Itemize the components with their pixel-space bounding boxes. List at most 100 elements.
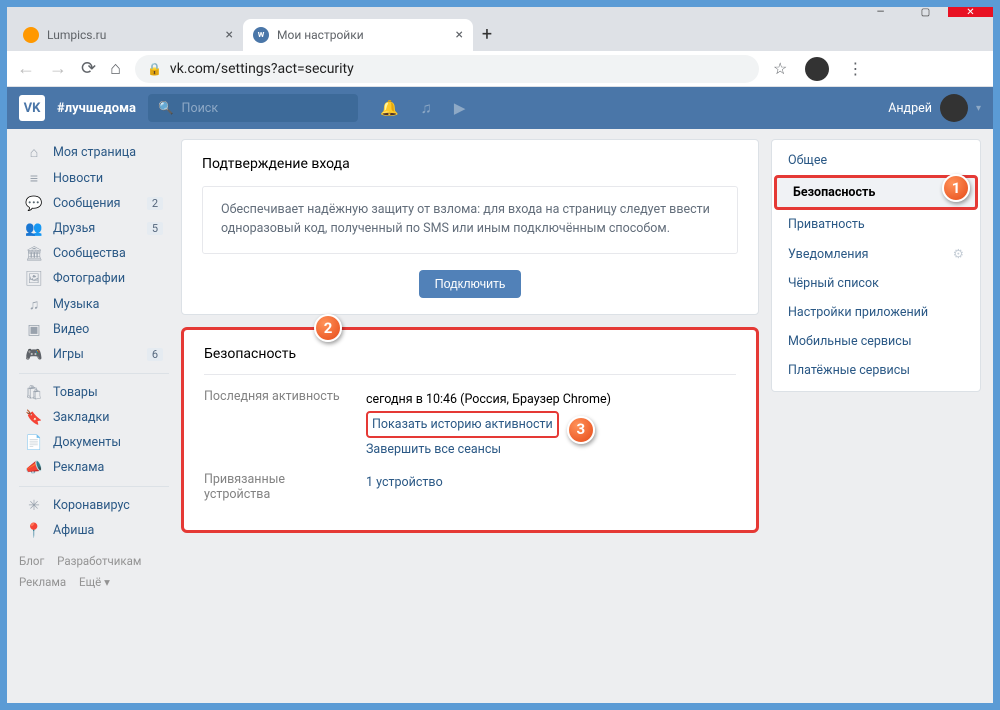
nav-label: Игры [53,347,84,362]
nav-label: Моя страница [53,145,136,160]
sidebar-item[interactable]: 🔖Закладки [19,405,169,430]
nav-icon: 💬 [25,196,43,212]
user-name: Андрей [888,101,932,116]
tab-close-icon[interactable]: × [456,27,463,43]
nav-icon: 🎮 [25,347,43,363]
vk-header: VK #лучшедома 🔍 Поиск 🔔 ♫ ▶ Андрей ▾ [7,87,993,129]
sidebar-item[interactable]: 📣 Реклама [19,455,169,480]
confirm-description: Обеспечивает надёжную защиту от взлома: … [202,186,738,254]
devices-link[interactable]: 1 устройство [366,472,443,493]
sidebar-item[interactable]: 💬Сообщения2 [19,191,169,216]
sidebar-item[interactable]: ✳Коронавирус [19,493,169,518]
header-user[interactable]: Андрей ▾ [888,94,981,122]
settings-menu-item[interactable]: Платёжные сервисы [772,356,980,385]
end-all-sessions-link[interactable]: Завершить все сеансы [366,439,501,460]
sidebar-item[interactable]: ⌂ Моя страница [19,139,169,165]
reload-icon[interactable]: ⟳ [81,58,96,79]
play-icon[interactable]: ▶ [454,99,466,117]
tab-close-icon[interactable]: × [226,27,233,43]
settings-menu-item[interactable]: Настройки приложений [772,298,980,327]
footer-blog[interactable]: Блог [19,554,44,568]
footer-more[interactable]: Ещё ▾ [79,575,110,589]
left-nav: ⌂Моя страница≡Новости💬Сообщения2👥Друзья5… [19,139,169,693]
search-input[interactable]: 🔍 Поиск [148,94,358,122]
nav-icon: 🛍 [25,385,43,401]
favicon-lumpics [23,27,39,43]
badge: 6 [147,348,163,361]
tab-strip: Lumpics.ru × w Мои настройки × + [7,17,993,51]
star-icon[interactable]: ☆ [773,59,787,78]
sidebar-item[interactable]: 👥Друзья5 [19,216,169,241]
annotation-bubble-2: 2 [314,314,342,342]
header-icons: 🔔 ♫ ▶ [380,99,465,117]
panel-title: Подтверждение входа [202,156,738,172]
nav-icon: 🔖 [25,410,43,426]
nav-label: Новости [53,171,103,186]
devices-label: Привязанные устройства [204,472,354,502]
nav-label: Сообщества [53,246,126,261]
omnibox[interactable]: 🔒 vk.com/settings?act=security [135,55,759,83]
new-tab-button[interactable]: + [473,19,501,51]
nav-label: Товары [53,385,98,400]
settings-menu-item[interactable]: Приватность [772,210,980,239]
security-panel: 2 Безопасность Последняя активность сего… [181,327,759,534]
settings-menu-item[interactable]: Уведомления⚙ [772,239,980,269]
nav-forward-icon[interactable]: → [49,58,67,79]
nav-back-icon[interactable]: ← [17,58,35,79]
profile-avatar[interactable] [805,57,829,81]
settings-menu-item[interactable]: Чёрный список [772,269,980,298]
sidebar-item[interactable]: 🖼Фотографии [19,266,169,291]
tab-title: Lumpics.ru [47,28,218,42]
connect-button[interactable]: Подключить [419,270,522,298]
address-bar: ← → ⟳ ⌂ 🔒 vk.com/settings?act=security ☆… [7,51,993,87]
last-activity-label: Последняя активность [204,389,354,461]
chrome-menu-icon[interactable]: ⋮ [847,59,863,78]
window-max[interactable]: ▢ [903,7,948,17]
sidebar-item[interactable]: 📄 Документы [19,430,169,455]
settings-menu-item[interactable]: Мобильные сервисы [772,327,980,356]
favicon-vk: w [253,27,269,43]
badge: 5 [147,222,163,235]
nav-icon: ✳ [25,498,43,514]
chevron-down-icon: ▾ [976,103,981,114]
tab-lumpics[interactable]: Lumpics.ru × [13,19,243,51]
annotation-bubble-1: 1 [942,174,970,202]
footer-devs[interactable]: Разработчикам [57,554,141,568]
bell-icon[interactable]: 🔔 [380,99,399,117]
nav-label: Друзья [53,221,95,236]
home-icon[interactable]: ⌂ [110,58,121,79]
nav-icon: ▣ [25,322,43,338]
footer-ads[interactable]: Реклама [19,575,66,589]
settings-menu-item[interactable]: Общее [772,146,980,175]
sidebar-item[interactable]: 🎮 Игры 6 [19,342,169,367]
vk-hashtag[interactable]: #лучшедома [57,101,136,116]
nav-label: Документы [53,435,121,450]
nav-icon: ⌂ [25,144,43,161]
sidebar-item[interactable]: 🏛 Сообщества [19,241,169,266]
last-activity-value: сегодня в 10:46 (Россия, Браузер Chrome) [366,392,611,407]
nav-label: Видео [53,322,89,337]
window-min[interactable]: — [858,7,903,17]
user-avatar [940,94,968,122]
window-close[interactable]: ✕ [948,7,993,17]
show-activity-history-link[interactable]: Показать историю активности [366,411,559,438]
gear-icon[interactable]: ⚙ [953,246,964,262]
divider [19,373,169,374]
sidebar-item[interactable]: ♫Музыка [19,291,169,317]
sidebar-item[interactable]: 📍Афиша [19,518,169,543]
nav-icon: 🏛 [25,246,43,262]
nav-label: Музыка [53,297,99,312]
nav-label: Реклама [53,460,104,475]
tab-vk-settings[interactable]: w Мои настройки × [243,19,473,51]
sidebar-item[interactable]: 🛍 Товары [19,380,169,405]
tab-title: Мои настройки [277,28,448,42]
sidebar-item[interactable]: ≡Новости [19,165,169,191]
sidebar-item[interactable]: ▣ Видео [19,317,169,342]
vk-page: VK #лучшедома 🔍 Поиск 🔔 ♫ ▶ Андрей ▾ [7,87,993,703]
vk-logo[interactable]: VK [19,95,45,121]
nav-label: Фотографии [53,271,125,286]
annotation-bubble-3: 3 [567,416,595,444]
nav-icon: 📄 [25,435,43,451]
nav-icon: 📣 [25,460,43,476]
music-icon[interactable]: ♫ [421,99,432,117]
